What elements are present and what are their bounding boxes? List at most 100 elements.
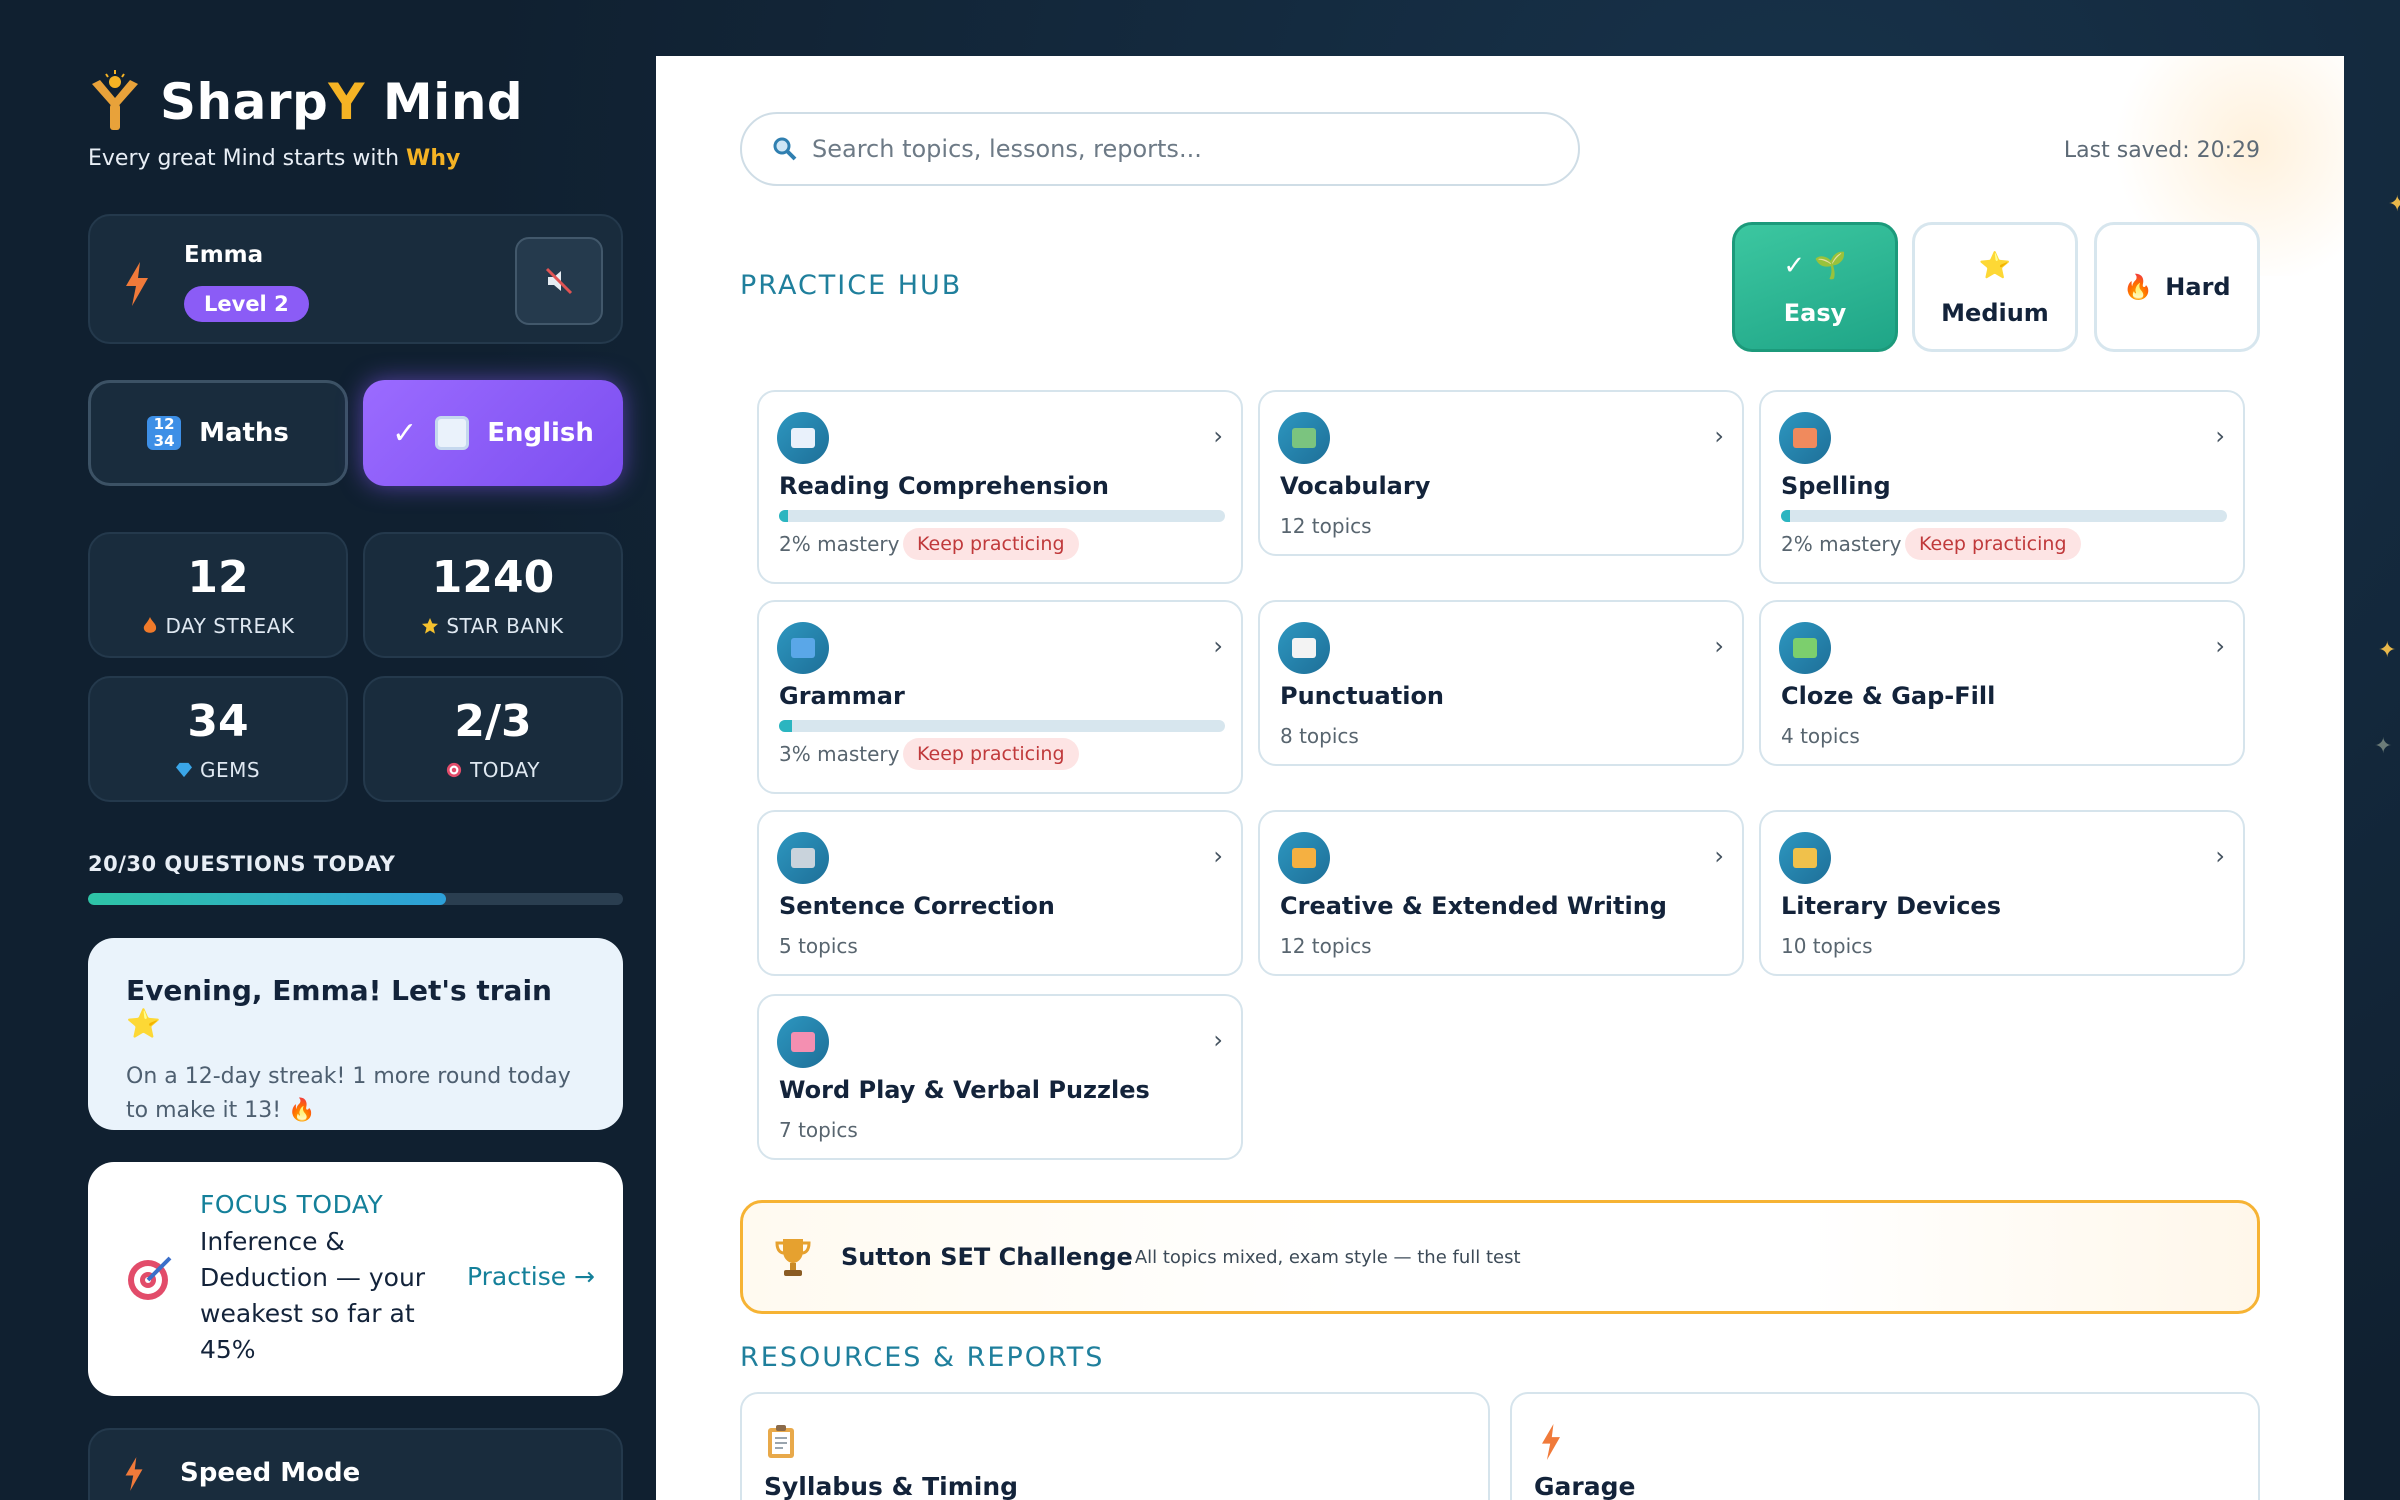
sparkle-icon: ✦ [2374,734,2393,759]
subject-label: English [487,418,594,448]
mastery-text: 2% mastery [779,532,900,556]
tagline: Every great Mind starts with Why [88,146,461,171]
sparkle-icon: ✦ [2378,638,2397,663]
topic-card[interactable]: › Cloze & Gap-Fill 4 topics [1759,600,2245,766]
mastery-bar [1781,510,2227,522]
chevron-right-icon: › [1213,842,1223,870]
topic-name: Vocabulary [1280,472,1431,500]
speed-mode-label: Speed Mode [180,1458,361,1488]
topic-card[interactable]: › Literary Devices 10 topics [1759,810,2245,976]
star-icon: ⭐ [1978,251,2012,281]
chevron-right-icon: › [2215,632,2225,660]
topic-card[interactable]: › Sentence Correction 5 topics [757,810,1243,976]
resource-syllabus-timing[interactable]: Syllabus & Timing [740,1392,1490,1500]
mastery-bar [779,510,1225,522]
search-bar[interactable] [740,112,1580,186]
topic-card[interactable]: › Word Play & Verbal Puzzles 7 topics [757,994,1243,1160]
difficulty-hard-button[interactable]: 🔥 Hard [2094,222,2260,352]
resource-label: Syllabus & Timing [764,1472,1019,1500]
topic-card[interactable]: › Grammar 3% mastery Keep practicing [757,600,1243,794]
target-dart-icon [128,1256,172,1300]
chevron-right-icon: › [2215,422,2225,450]
topic-name: Grammar [779,682,905,710]
chevron-right-icon: › [1213,1026,1223,1054]
progress-fill [88,893,447,905]
chevron-right-icon: › [1714,632,1724,660]
topic-count: 12 topics [1280,934,1372,958]
difficulty-label: Hard [2165,273,2231,301]
topic-count: 4 topics [1781,724,1860,748]
search-icon [773,137,797,161]
user-name: Emma [184,242,264,268]
difficulty-medium-button[interactable]: ⭐ Medium [1912,222,2078,352]
mute-button[interactable] [515,237,603,325]
topic-card[interactable]: › Spelling 2% mastery Keep practicing [1759,390,2245,584]
stat-star-bank: 1240 STAR BANK [363,532,623,658]
bolt-icon [1542,1424,1560,1460]
chevron-right-icon: › [2215,842,2225,870]
trophy-icon [775,1239,811,1276]
sutton-description: All topics mixed, exam style — the full … [1134,1246,1521,1268]
sutton-title: Sutton SET Challenge [841,1243,1133,1271]
books-icon [1278,412,1330,464]
chevron-right-icon: › [1714,842,1724,870]
difficulty-easy-button[interactable]: ✓ 🌱 Easy [1732,222,1898,352]
focus-description: Inference & Deduction — your weakest so … [200,1227,426,1364]
topic-count: 7 topics [779,1118,858,1142]
focus-title: FOCUS TODAY [200,1190,384,1219]
stat-label: DAY STREAK [90,614,346,638]
topic-count: 5 topics [779,934,858,958]
topic-name: Reading Comprehension [779,472,1109,500]
topic-name: Spelling [1781,472,1891,500]
resource-label: Garage [1534,1472,1636,1500]
stat-label: STAR BANK [365,614,621,638]
writing-hand-icon [1278,832,1330,884]
greeting-text: On a 12-day streak! 1 more round today t… [126,1064,571,1123]
fire-icon [143,617,156,633]
topic-count: 10 topics [1781,934,1873,958]
star-icon [422,618,439,634]
greeting-title: Evening, Emma! Let's train ⭐ [126,974,552,1040]
mastery-fill [779,720,793,732]
open-book-icon [435,416,470,450]
level-badge: Level 2 [184,286,309,322]
chevron-right-icon: › [1213,422,1223,450]
topic-card[interactable]: › Reading Comprehension 2% mastery Keep pra… [757,390,1243,584]
focus-today-card[interactable]: FOCUS TODAY Inference & Deduction — your… [88,1162,623,1396]
subject-english-button[interactable]: ✓ English [363,380,623,486]
user-card: Emma Level 2 [88,214,623,344]
brand-name: SharpY Mind [160,73,524,131]
gem-icon [175,762,192,778]
difficulty-label: Medium [1941,299,2049,327]
sutton-set-challenge[interactable]: Sutton SET Challenge All topics mixed, e… [740,1200,2260,1314]
subject-maths-button[interactable]: 12 34 Maths [88,380,348,486]
book-icon [777,412,829,464]
abc-icon [777,622,829,674]
stat-gems: 34 GEMS [88,676,348,802]
stat-label: TODAY [365,758,621,782]
logo-icon [92,70,138,130]
sidebar: SharpY Mind Every great Mind starts with… [88,0,623,1500]
mastery-text: 2% mastery [1781,532,1902,556]
resource-garage[interactable]: Garage [1510,1392,2260,1500]
easy-sprout-icon: ✓ 🌱 [1783,251,1847,281]
stat-value: 2/3 [454,696,532,747]
topic-card[interactable]: › Punctuation 8 topics [1258,600,1744,766]
speaker-muted-icon [545,267,573,295]
stat-day-streak: 12 DAY STREAK [88,532,348,658]
topic-card[interactable]: › Creative & Extended Writing 12 topics [1258,810,1744,976]
fire-icon: 🔥 [2123,273,2154,301]
bolt-icon [126,262,148,306]
mastery-fill [1781,510,1790,522]
wrench-icon [777,832,829,884]
search-input[interactable] [812,135,1512,163]
topic-name: Word Play & Verbal Puzzles [779,1076,1150,1104]
practise-link[interactable]: Practise → [467,1262,595,1291]
stat-label: GEMS [90,758,346,782]
practice-hub-title: PRACTICE HUB [740,270,963,301]
bolt-icon [125,1457,143,1491]
topic-card[interactable]: › Vocabulary 12 topics [1258,390,1744,556]
speed-mode-button[interactable]: Speed Mode [88,1428,623,1500]
stat-value: 34 [187,696,249,747]
topic-name: Punctuation [1280,682,1445,710]
